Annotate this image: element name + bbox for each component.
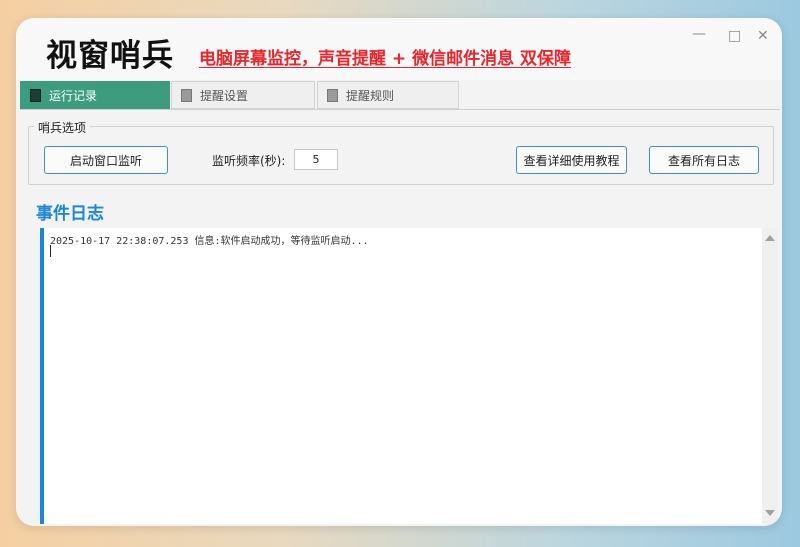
log-line: 2025-10-17 22:38:07.253 信息:软件启动成功，等待监听启动… (50, 236, 369, 247)
frequency-input[interactable]: 5 (294, 149, 338, 170)
title-bar: 视窗哨兵 电脑屏幕监控，声音提醒 + 微信邮件消息 双保障 — □ ✕ (16, 18, 782, 80)
tab-label: 提醒设置 (200, 88, 249, 103)
close-button[interactable]: ✕ (757, 28, 769, 44)
tab-label: 提醒规则 (346, 88, 395, 103)
tab-reminder-settings[interactable]: 提醒设置 (171, 81, 315, 109)
event-log-textarea[interactable]: 2025-10-17 22:38:07.253 信息:软件启动成功，等待监听启动… (40, 228, 764, 524)
tab-bar: 运行记录 提醒设置 提醒规则 (20, 81, 780, 109)
start-monitor-button[interactable]: 启动窗口监听 (44, 146, 168, 174)
tab-reminder-rules[interactable]: 提醒规则 (317, 81, 459, 109)
view-tutorial-button[interactable]: 查看详细使用教程 (516, 146, 627, 174)
doc-icon (30, 88, 41, 102)
app-tagline: 电脑屏幕监控，声音提醒 + 微信邮件消息 双保障 (199, 49, 571, 69)
frequency-label: 监听频率(秒): (212, 154, 286, 168)
tab-run-log[interactable]: 运行记录 (20, 81, 170, 109)
doc-icon (181, 88, 192, 102)
event-log-title: 事件日志 (36, 204, 104, 224)
view-all-logs-button[interactable]: 查看所有日志 (649, 146, 759, 174)
text-caret (50, 245, 51, 257)
tab-label: 运行记录 (49, 88, 98, 103)
scroll-down-icon[interactable] (765, 510, 775, 516)
scroll-up-icon[interactable] (765, 235, 775, 241)
minimize-button[interactable]: — (692, 26, 706, 42)
app-title: 视窗哨兵 (46, 38, 174, 74)
log-scrollbar[interactable] (762, 228, 778, 524)
options-group-title: 哨兵选项 (34, 119, 91, 136)
tab-divider (20, 109, 780, 110)
app-window: 视窗哨兵 电脑屏幕监控，声音提醒 + 微信邮件消息 双保障 — □ ✕ 运行记录… (16, 18, 782, 526)
doc-icon (327, 88, 338, 102)
maximize-button[interactable]: □ (728, 28, 741, 44)
